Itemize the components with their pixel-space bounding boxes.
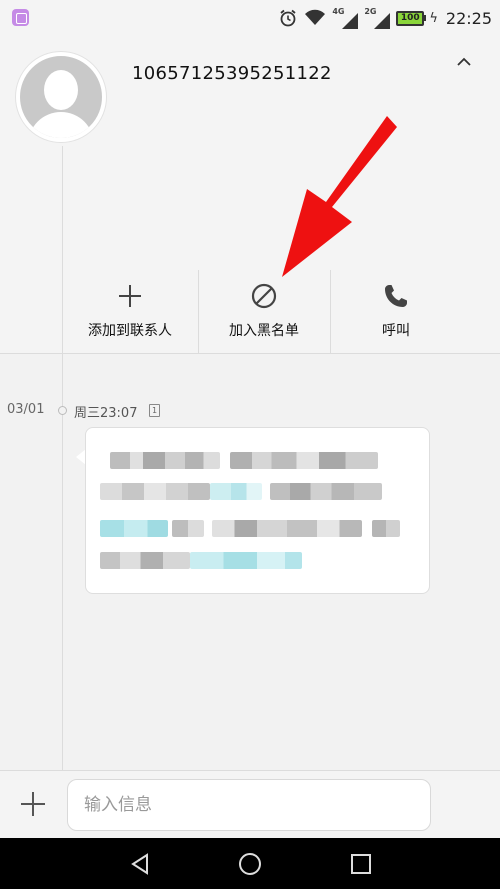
message-bubble[interactable]	[85, 427, 430, 594]
avatar[interactable]	[16, 52, 106, 142]
obscured-text	[372, 520, 400, 537]
status-bar: 4G 2G 100 ϟ 22:25	[0, 0, 500, 36]
composer-bar: 输入信息	[0, 770, 500, 838]
block-icon	[251, 283, 277, 309]
home-icon[interactable]	[238, 852, 262, 876]
wifi-icon	[305, 9, 326, 25]
add-to-contacts-button[interactable]: 添加到联系人	[62, 270, 198, 354]
signal-2g-icon: 2G	[364, 7, 391, 29]
signal-4g-icon: 4G	[332, 7, 359, 29]
attach-plus-icon[interactable]	[20, 791, 46, 817]
obscured-text	[100, 552, 190, 569]
annotation-arrow-icon	[282, 116, 397, 277]
back-icon[interactable]	[128, 852, 152, 876]
obscured-text	[100, 520, 168, 537]
add-to-contacts-label: 添加到联系人	[88, 323, 172, 339]
obscured-text	[190, 552, 302, 569]
call-label: 呼叫	[382, 323, 410, 339]
obscured-text	[100, 483, 210, 500]
message-date: 03/01	[7, 402, 45, 417]
sim-card-icon: 1	[149, 404, 160, 417]
timeline-line	[62, 354, 63, 770]
obscured-text	[210, 483, 262, 500]
battery-icon: 100	[396, 10, 427, 26]
contact-header: 10657125395251122 添加到联系人 加入黑名单 呼叫	[0, 36, 500, 354]
battery-level: 100	[396, 10, 425, 26]
obscured-text	[110, 452, 220, 469]
status-time: 22:25	[445, 8, 492, 28]
recents-icon[interactable]	[349, 852, 373, 876]
obscured-text	[212, 520, 362, 537]
navigation-bar	[0, 838, 500, 889]
obscured-text	[270, 483, 382, 500]
message-time: 周三23:07	[74, 406, 138, 421]
contact-number: 10657125395251122	[132, 63, 332, 84]
phone-icon	[385, 285, 407, 307]
status-icons: 4G 2G 100 ϟ 22:25	[278, 0, 492, 36]
gallery-notification-icon	[12, 9, 29, 26]
chevron-up-icon[interactable]	[454, 54, 474, 70]
obscured-text	[230, 452, 378, 469]
charging-icon: ϟ	[429, 10, 438, 26]
blacklist-label: 加入黑名单	[229, 323, 299, 339]
message-input[interactable]: 输入信息	[67, 779, 431, 831]
timeline-dot	[58, 406, 67, 415]
alarm-icon	[280, 9, 296, 27]
plus-icon	[119, 285, 141, 307]
obscured-text	[172, 520, 204, 537]
contact-actions: 添加到联系人 加入黑名单 呼叫	[0, 270, 500, 354]
